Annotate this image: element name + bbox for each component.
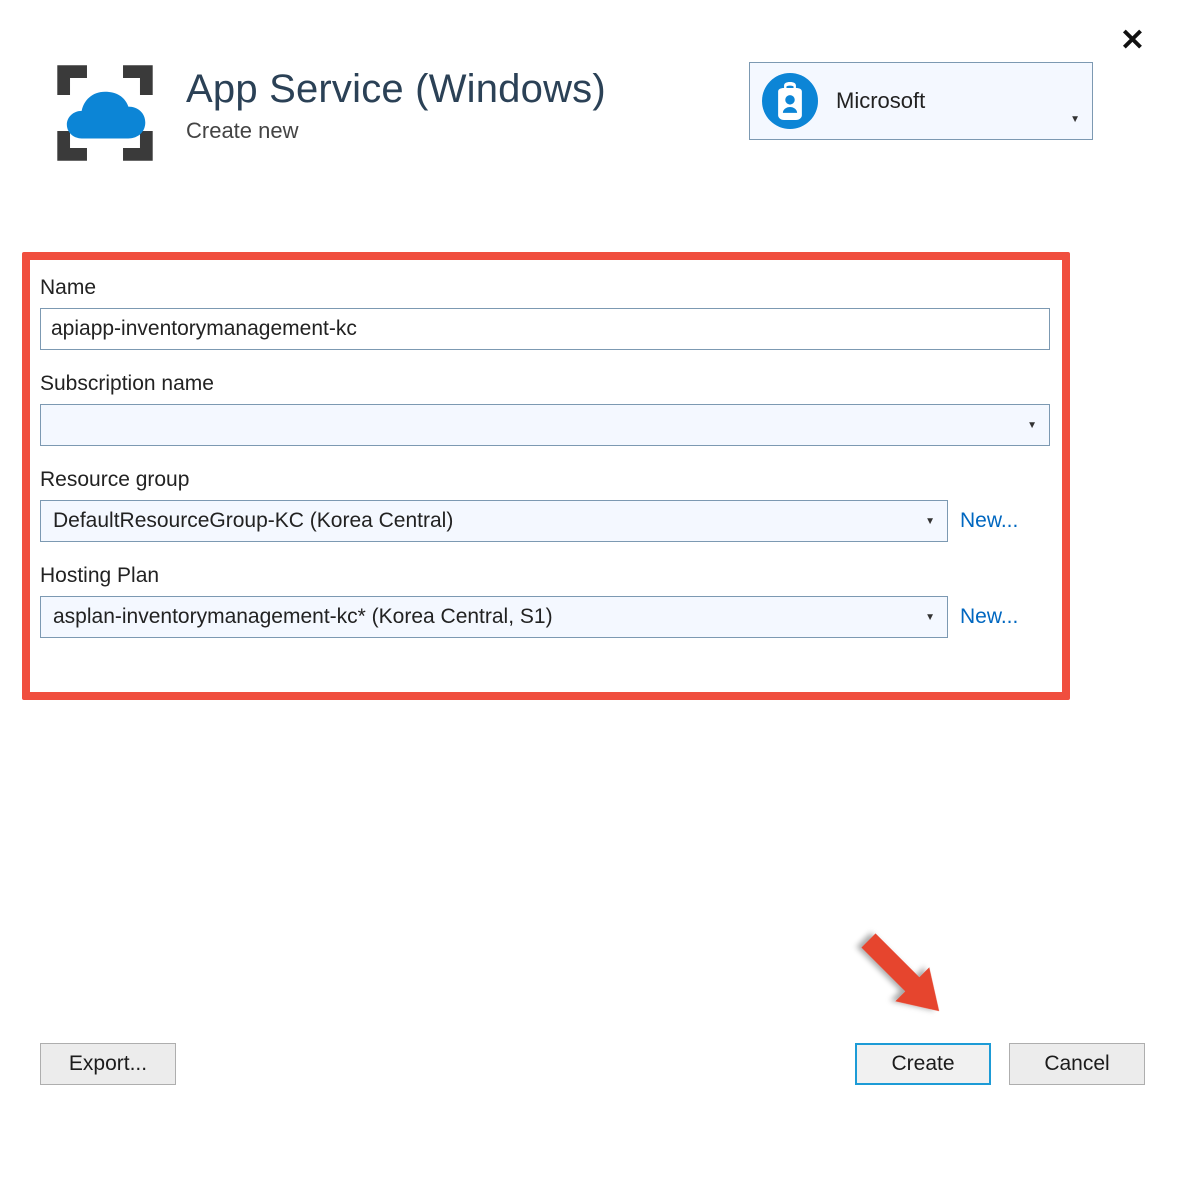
annotation-arrow-icon — [841, 913, 961, 1033]
create-button[interactable]: Create — [855, 1043, 991, 1085]
chevron-down-icon: ▼ — [925, 516, 935, 527]
dialog-title: App Service (Windows) — [186, 66, 606, 112]
cancel-button[interactable]: Cancel — [1009, 1043, 1145, 1085]
resource-group-label: Resource group — [40, 468, 1050, 492]
resource-group-value: DefaultResourceGroup-KC (Korea Central) — [53, 509, 453, 533]
name-input[interactable] — [40, 308, 1050, 350]
export-button[interactable]: Export... — [40, 1043, 176, 1085]
chevron-down-icon: ▼ — [925, 612, 935, 623]
hosting-plan-new-link[interactable]: New... — [960, 605, 1018, 629]
account-badge-icon — [762, 73, 818, 129]
hosting-plan-value: asplan-inventorymanagement-kc* (Korea Ce… — [53, 605, 553, 629]
chevron-down-icon: ▼ — [1027, 420, 1037, 431]
subscription-select[interactable]: ▼ — [40, 404, 1050, 446]
name-label: Name — [40, 276, 1050, 300]
create-form: Name Subscription name ▼ Resource group … — [40, 276, 1050, 660]
chevron-down-icon: ▼ — [1070, 114, 1080, 125]
dialog-subtitle: Create new — [186, 118, 606, 144]
resource-group-new-link[interactable]: New... — [960, 509, 1018, 533]
dialog-header: App Service (Windows) Create new — [52, 60, 606, 166]
account-selector[interactable]: Microsoft ▼ — [749, 62, 1093, 140]
account-name: Microsoft — [836, 88, 1052, 114]
subscription-label: Subscription name — [40, 372, 1050, 396]
resource-group-select[interactable]: DefaultResourceGroup-KC (Korea Central) … — [40, 500, 948, 542]
close-icon[interactable]: ✕ — [1120, 26, 1145, 56]
app-service-logo-icon — [52, 60, 158, 166]
hosting-plan-select[interactable]: asplan-inventorymanagement-kc* (Korea Ce… — [40, 596, 948, 638]
hosting-plan-label: Hosting Plan — [40, 564, 1050, 588]
